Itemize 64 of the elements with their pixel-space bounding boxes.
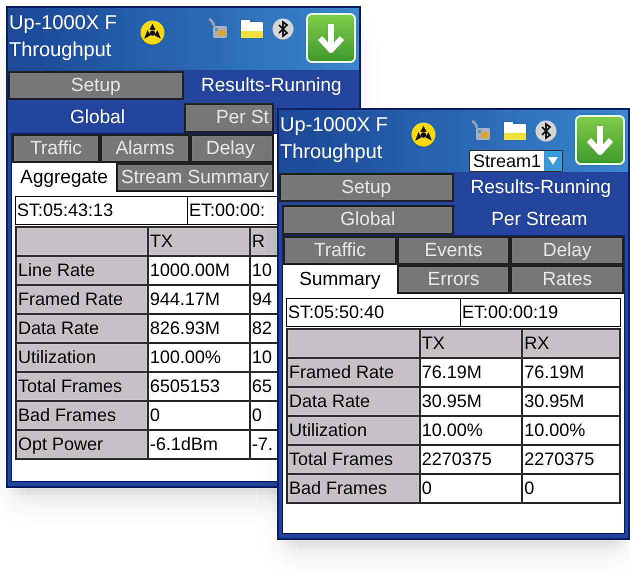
table-cell: 30.95M [522, 387, 620, 416]
stream-dropdown[interactable]: Stream1 [468, 150, 563, 172]
window-title: Throughput [9, 38, 112, 63]
tab[interactable]: Traffic [283, 236, 397, 265]
tab[interactable]: Setup [8, 71, 184, 100]
download-button[interactable] [575, 115, 625, 165]
table-cell: 2270375 [522, 445, 620, 474]
table-cell: 76.19M [522, 358, 620, 387]
table-cell: 944.17M [148, 285, 250, 314]
tab[interactable]: Per St [184, 103, 274, 133]
bluetooth-icon [272, 18, 294, 40]
tab[interactable]: Stream Summary [116, 163, 274, 192]
row-label: Data Rate [287, 387, 420, 416]
table-cell: 0 [420, 474, 522, 503]
fan-icon [140, 20, 165, 45]
table-cell: 2270375 [420, 445, 522, 474]
row-label: Bad Frames [287, 474, 420, 503]
elapsed-time: ET:00:00:19 [461, 298, 621, 327]
row-label: Utilization [16, 343, 148, 372]
table-cell: 1000.00M [148, 256, 250, 285]
table-cell: 100.00% [148, 343, 250, 372]
table-cell: 0 [148, 401, 250, 430]
bluetooth-icon [534, 120, 557, 142]
tab[interactable]: Errors [396, 265, 510, 294]
table-cell: 826.93M [148, 314, 250, 343]
table-cell: 10.00% [420, 416, 522, 445]
row-label: Total Frames [16, 372, 148, 401]
download-button[interactable] [306, 13, 356, 63]
table-cell: 76.19M [420, 358, 522, 387]
window-title: Throughput [280, 140, 384, 165]
row-label: Data Rate [16, 314, 148, 343]
row-label: Framed Rate [16, 285, 148, 314]
down-arrow-icon [585, 124, 615, 156]
table-cell: 0 [522, 474, 620, 503]
tab[interactable]: Global [282, 205, 454, 235]
tab[interactable]: Delay [190, 134, 274, 163]
row-label: Line Rate [16, 256, 148, 285]
tab[interactable]: Events [396, 236, 510, 265]
table-cell: 10.00% [522, 416, 620, 445]
folder-icon [240, 19, 264, 39]
tab[interactable]: Traffic [12, 134, 100, 163]
row-label: Opt Power [16, 430, 148, 459]
row-label: Total Frames [287, 445, 420, 474]
table-cell: -6.1dBm [148, 430, 250, 459]
row-label: Utilization [287, 416, 420, 445]
window-title: Up-1000X F [9, 11, 118, 36]
row-label: Bad Frames [16, 401, 148, 430]
tab[interactable]: Alarms [100, 134, 190, 163]
tab[interactable]: Rates [510, 265, 624, 294]
down-arrow-icon [316, 22, 346, 54]
row-label: Framed Rate [287, 358, 420, 387]
column-header: TX [148, 227, 250, 256]
fan-icon [411, 122, 436, 147]
table-cell: 30.95M [420, 387, 522, 416]
start-time: ST:05:43:13 [15, 196, 188, 225]
folder-icon [502, 121, 527, 141]
tab[interactable]: Setup [279, 173, 454, 202]
tab[interactable]: Delay [510, 236, 624, 265]
caret-icon [548, 157, 558, 165]
window-title: Up-1000X F [280, 113, 389, 138]
start-time: ST:05:50:40 [286, 298, 461, 327]
column-header: TX [420, 329, 522, 358]
column-header: RX [522, 329, 620, 358]
table-cell: 6505153 [148, 372, 250, 401]
